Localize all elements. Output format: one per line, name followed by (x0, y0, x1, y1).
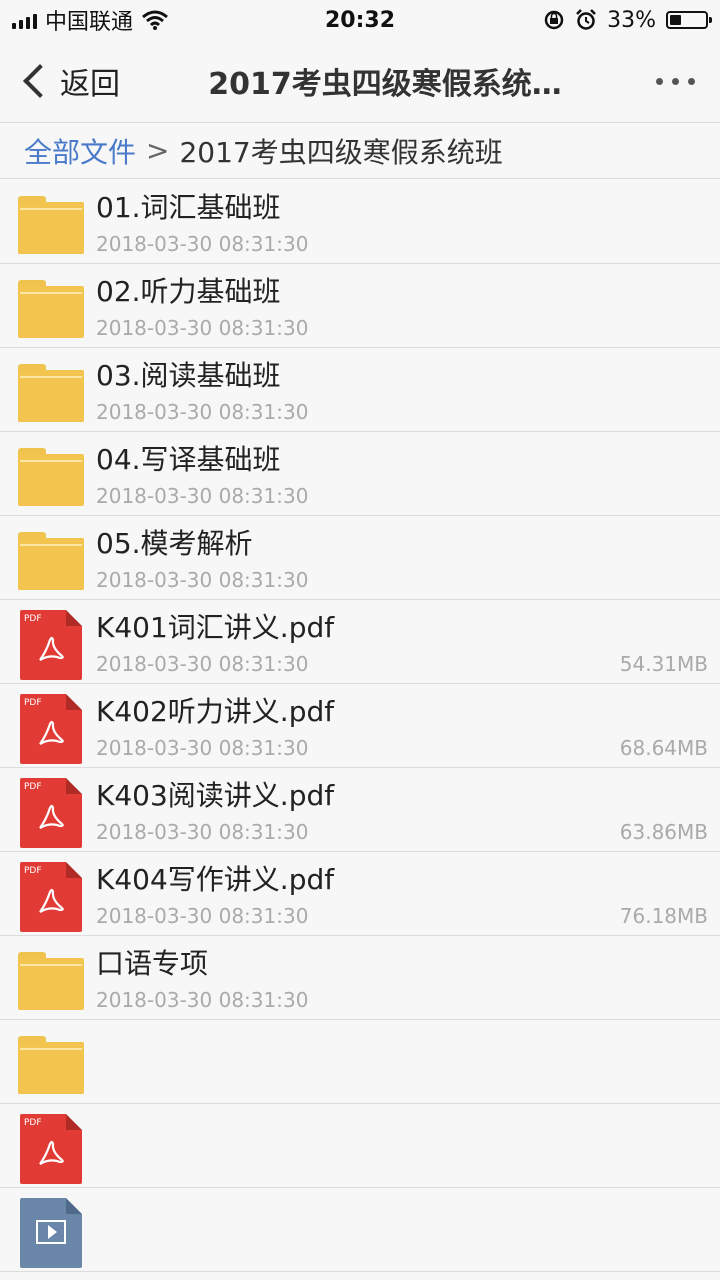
navigation-bar: 返回 2017考虫四级寒假系统… (0, 40, 720, 123)
back-button[interactable]: 返回 (0, 59, 160, 103)
file-name: 03.阅读基础班 (96, 359, 281, 392)
file-date: 2018-03-30 08:31:30 (96, 652, 309, 676)
rotation-lock-icon (544, 10, 564, 30)
file-list-item[interactable]: PDF K403阅读讲义.pdf 2018-03-30 08:31:30 63.86M… (0, 768, 720, 852)
file-name: 04.写译基础班 (96, 443, 281, 476)
pdf-file-icon: PDF (18, 862, 84, 932)
folder-icon (18, 526, 84, 592)
file-list-item[interactable]: 03.阅读基础班 2018-03-30 08:31:30 (0, 348, 720, 432)
file-list-item[interactable]: PDF K404写作讲义.pdf 2018-03-30 08:31:30 76.18M… (0, 852, 720, 936)
file-name: 01.词汇基础班 (96, 191, 281, 224)
file-name: K401词汇讲义.pdf (96, 611, 335, 644)
file-name: K402听力讲义.pdf (96, 695, 335, 728)
file-name: 05.模考解析 (96, 527, 253, 560)
back-label: 返回 (60, 67, 120, 102)
file-date: 2018-03-30 08:31:30 (96, 820, 309, 844)
file-size: 76.18MB (619, 904, 708, 928)
file-date: 2018-03-30 08:31:30 (96, 400, 309, 424)
file-name: K403阅读讲义.pdf (96, 779, 335, 812)
pdf-file-icon: PDF (18, 778, 84, 848)
folder-icon (18, 274, 84, 340)
battery-icon (666, 11, 712, 29)
chevron-left-icon (23, 64, 57, 98)
file-list-item[interactable]: 05.模考解析 2018-03-30 08:31:30 (0, 516, 720, 600)
pdf-file-icon: PDF (18, 694, 84, 764)
more-dot-icon (671, 77, 679, 85)
file-list-item[interactable]: PDF K402听力讲义.pdf 2018-03-30 08:31:30 68.64M… (0, 684, 720, 768)
wifi-icon (142, 10, 168, 30)
file-list-item[interactable]: 04.写译基础班 2018-03-30 08:31:30 (0, 432, 720, 516)
folder-icon (18, 1030, 84, 1096)
breadcrumb-current: 2017考虫四级寒假系统班 (179, 135, 503, 169)
breadcrumb-separator: > (146, 134, 170, 167)
file-size: 63.86MB (619, 820, 708, 844)
status-bar: 中国联通 20:32 33% (0, 0, 720, 40)
file-name: K404写作讲义.pdf (96, 863, 335, 896)
file-list: 01.词汇基础班 2018-03-30 08:31:30 02.听力基础班 2018-… (0, 180, 720, 1272)
file-size: 54.31MB (619, 652, 708, 676)
battery-percent: 33% (607, 7, 656, 33)
alarm-icon (576, 9, 596, 30)
file-date: 2018-03-30 08:31:30 (96, 988, 309, 1012)
folder-icon (18, 442, 84, 508)
pdf-file-icon: PDF (18, 610, 84, 680)
folder-icon (18, 946, 84, 1012)
file-date: 2018-03-30 08:31:30 (96, 904, 309, 928)
file-date: 2018-03-30 08:31:30 (96, 484, 309, 508)
file-size: 68.64MB (619, 736, 708, 760)
file-list-item[interactable] (0, 1020, 720, 1104)
file-date: 2018-03-30 08:31:30 (96, 316, 309, 340)
video-file-icon (18, 1198, 84, 1268)
file-date: 2018-03-30 08:31:30 (96, 736, 309, 760)
folder-icon (18, 190, 84, 256)
more-options-button[interactable] (630, 77, 720, 85)
file-list-item[interactable] (0, 1188, 720, 1272)
more-dot-icon (687, 77, 695, 85)
breadcrumb: 全部文件 > 2017考虫四级寒假系统班 (0, 123, 720, 179)
file-list-item[interactable]: 口语专项 2018-03-30 08:31:30 (0, 936, 720, 1020)
folder-icon (18, 358, 84, 424)
file-date: 2018-03-30 08:31:30 (96, 568, 309, 592)
file-list-item[interactable]: 02.听力基础班 2018-03-30 08:31:30 (0, 264, 720, 348)
file-date: 2018-03-30 08:31:30 (96, 232, 309, 256)
file-list-item[interactable]: PDF K401词汇讲义.pdf 2018-03-30 08:31:30 54.31M… (0, 600, 720, 684)
carrier-label: 中国联通 (45, 10, 134, 35)
pdf-file-icon: PDF (18, 1114, 84, 1184)
file-list-item[interactable]: 01.词汇基础班 2018-03-30 08:31:30 (0, 180, 720, 264)
more-dot-icon (655, 77, 663, 85)
breadcrumb-root-link[interactable]: 全部文件 (24, 131, 136, 171)
file-list-item[interactable]: PDF (0, 1104, 720, 1188)
file-name: 02.听力基础班 (96, 275, 281, 308)
signal-icon (12, 11, 37, 29)
page-title: 2017考虫四级寒假系统… (208, 67, 562, 102)
file-name: 口语专项 (96, 947, 209, 980)
